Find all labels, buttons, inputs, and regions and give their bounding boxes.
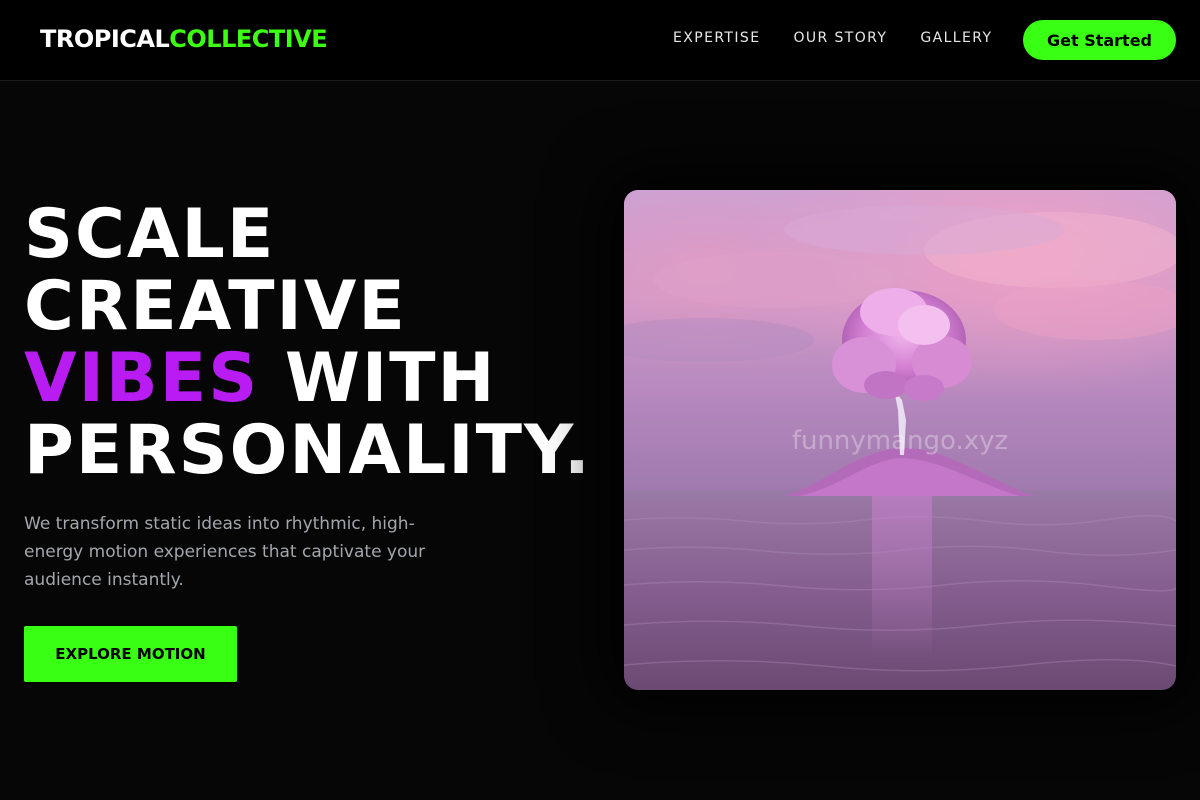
nav-link-expertise[interactable]: EXPERTISE <box>673 28 760 48</box>
image-watermark: funnymango.xyz <box>791 426 1009 456</box>
nav-links: EXPERTISE OUR STORY GALLERY <box>673 28 992 48</box>
hero-headline: SCALE CREATIVE VIBES WITH PERSONALITY. <box>24 199 592 487</box>
headline-accent-word: VIBES <box>24 339 260 418</box>
nav-link-gallery[interactable]: GALLERY <box>920 28 992 48</box>
headline-line-3: VIBES WITH <box>24 343 592 415</box>
headline-line-4: PERSONALITY. <box>24 411 592 490</box>
hero-image: funnymango.xyz <box>624 190 1176 690</box>
explore-motion-button[interactable]: EXPLORE MOTION <box>24 626 237 682</box>
hero-subtext: We transform static ideas into rhythmic,… <box>24 514 426 590</box>
navbar: TROPICALCOLLECTIVE EXPERTISE OUR STORY G… <box>0 0 1200 81</box>
logo-text-accent: COLLECTIVE <box>169 25 328 53</box>
headline-line-3-rest: WITH <box>259 339 497 418</box>
brand-logo[interactable]: TROPICALCOLLECTIVE <box>40 24 328 54</box>
logo-text-primary: TROPICAL <box>40 25 170 53</box>
get-started-button[interactable]: Get Started <box>1023 20 1176 60</box>
nav-link-our-story[interactable]: OUR STORY <box>793 28 887 48</box>
headline-line-1: SCALE <box>24 195 276 274</box>
headline-line-2: CREATIVE <box>24 267 407 346</box>
